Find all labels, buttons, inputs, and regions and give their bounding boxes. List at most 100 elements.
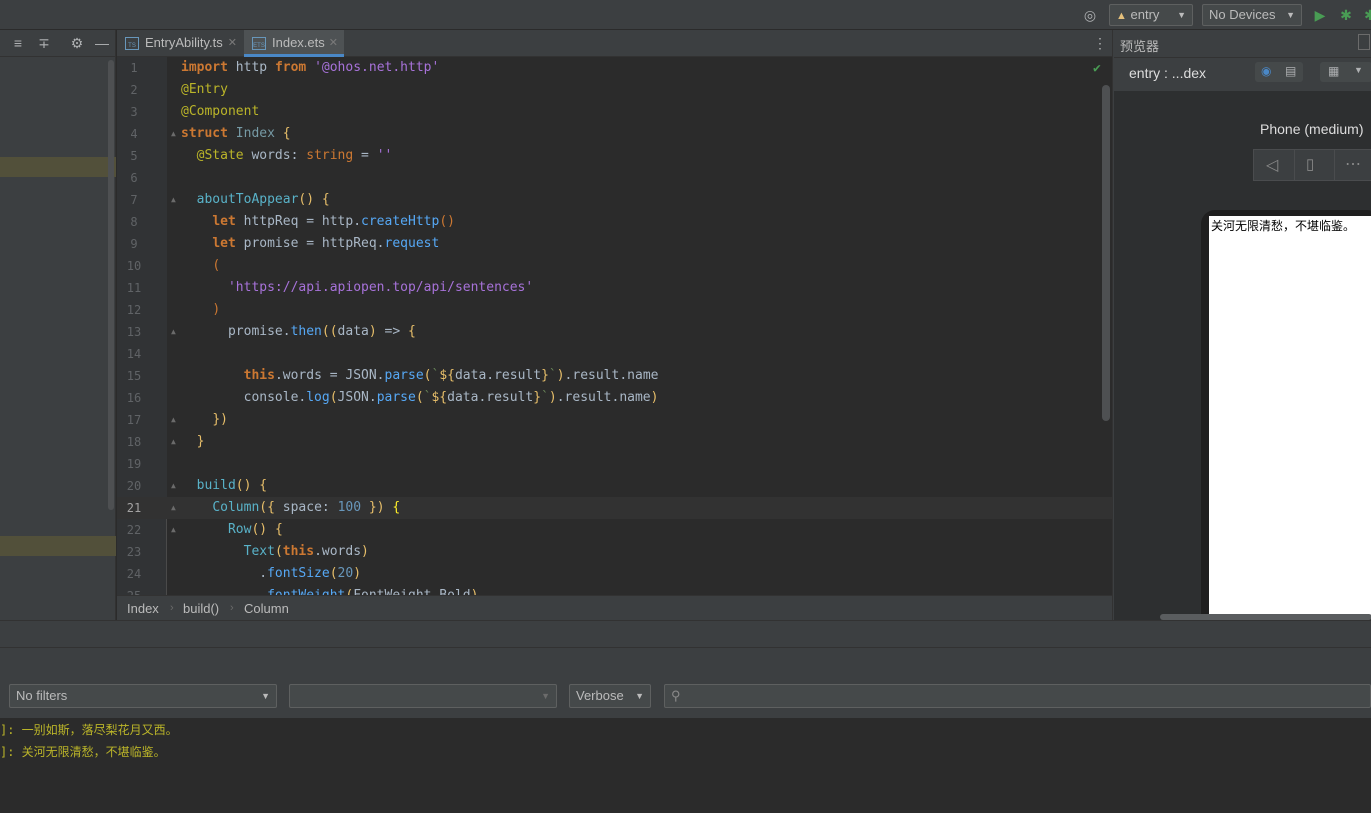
- code-line[interactable]: 22 ▲ Row() {: [117, 519, 1112, 541]
- code-line[interactable]: 21 ▲ Column({ space: 100 }) {: [117, 497, 1112, 519]
- code-text: aboutToAppear() {: [196, 192, 330, 207]
- fold-icon[interactable]: ▲: [171, 525, 180, 535]
- code-line[interactable]: 18 ▲ }: [117, 431, 1112, 453]
- code-line[interactable]: 20 ▲ build() {: [117, 475, 1112, 497]
- top-toolbar: ◎ ▲ entry ▼ No Devices ▼ ▶ ✱ ✱: [0, 0, 1371, 30]
- code-line[interactable]: 16 console.log(JSON.parse(`${data.result…: [117, 387, 1112, 409]
- line-number: 18: [126, 435, 142, 449]
- code-line[interactable]: 13 ▲ promise.then((data) => {: [117, 321, 1112, 343]
- line-number: 2: [130, 83, 138, 97]
- code-text: Text(this.words): [243, 544, 369, 559]
- process-combo[interactable]: ▼: [289, 684, 557, 708]
- inspect-icon[interactable]: ◉: [1261, 64, 1271, 78]
- code-text: @Component: [181, 104, 260, 119]
- filter-combo-label: No filters: [16, 688, 68, 703]
- code-line[interactable]: 3 @Component: [117, 101, 1112, 123]
- code-line[interactable]: 6: [117, 167, 1112, 189]
- rotate-icon[interactable]: ▯: [1306, 155, 1314, 173]
- fold-icon[interactable]: ▲: [171, 129, 180, 139]
- breadcrumb-item[interactable]: Column: [244, 601, 289, 616]
- chevron-right-icon: ›: [230, 602, 234, 614]
- collapse-all-icon[interactable]: ∓: [36, 35, 52, 51]
- scrollbar[interactable]: [108, 60, 114, 510]
- debug-icon[interactable]: ✱: [1338, 7, 1354, 23]
- minimize-icon[interactable]: —: [94, 35, 110, 51]
- code-line[interactable]: 19: [117, 453, 1112, 475]
- code-line[interactable]: 10 (: [117, 255, 1112, 277]
- layers-icon[interactable]: ▤: [1285, 64, 1296, 78]
- panel-edge-icon: [1358, 34, 1370, 50]
- grid-icon[interactable]: ▦: [1328, 64, 1339, 78]
- code-line[interactable]: 11 'https://api.apiopen.top/api/sentence…: [117, 277, 1112, 299]
- close-icon[interactable]: ✕: [228, 30, 237, 56]
- back-icon[interactable]: ◁: [1266, 155, 1278, 175]
- code-line[interactable]: 7 ▲ aboutToAppear() {: [117, 189, 1112, 211]
- run-icon[interactable]: ▶: [1312, 7, 1328, 23]
- line-number: 5: [130, 149, 138, 163]
- line-number: 22: [126, 523, 142, 537]
- code-text: struct Index {: [181, 126, 291, 141]
- chevron-down-icon: ▼: [1286, 10, 1295, 20]
- phone-screen[interactable]: 关河无限清愁，不堪临鉴。: [1209, 216, 1371, 616]
- code-editor[interactable]: 1 import http from '@ohos.net.http' 2 @Entr…: [117, 57, 1112, 595]
- filter-combo[interactable]: No filters ▼: [9, 684, 277, 708]
- code-line[interactable]: 5 @State words: string = '': [117, 145, 1112, 167]
- level-combo-label: Verbose: [576, 688, 624, 703]
- line-number: 25: [117, 585, 151, 595]
- target-icon[interactable]: ◎: [1082, 7, 1098, 23]
- code-text: let promise = httpReq.request: [212, 236, 440, 251]
- code-text: let httpReq = http.createHttp(): [212, 214, 455, 229]
- code-line[interactable]: 1 import http from '@ohos.net.http': [117, 57, 1112, 79]
- line-number: 10: [126, 259, 142, 273]
- module-combo-label: entry: [1130, 7, 1160, 22]
- bug-icon[interactable]: ✱: [1362, 7, 1371, 23]
- fold-icon[interactable]: ▲: [171, 481, 180, 491]
- code-line[interactable]: 4 ▲ struct Index {: [117, 123, 1112, 145]
- previewer-subbar: entry : ...dex ◉ ▤ ▦ ▼: [1114, 57, 1371, 91]
- chevron-down-icon[interactable]: ▼: [1354, 65, 1363, 75]
- code-text: promise.then((data) => {: [181, 324, 416, 339]
- tab-index[interactable]: ETS Index.ets ✕: [244, 30, 344, 57]
- line-number: 23: [126, 545, 142, 559]
- code-line[interactable]: 25 .fontWeight(FontWeight.Bold): [117, 585, 1112, 595]
- close-icon[interactable]: ✕: [329, 30, 338, 56]
- code-line[interactable]: 9 let promise = httpReq.request: [117, 233, 1112, 255]
- code-line[interactable]: 14: [117, 343, 1112, 365]
- log-search-input[interactable]: ⚲: [664, 684, 1371, 708]
- code-text: (: [212, 258, 221, 273]
- tab-entryability[interactable]: TS EntryAbility.ts ✕: [117, 30, 243, 57]
- chevron-down-icon: ▼: [261, 691, 270, 701]
- code-line[interactable]: 24 .fontSize(20): [117, 563, 1112, 585]
- code-text: build() {: [196, 478, 268, 493]
- fold-icon[interactable]: ▲: [171, 415, 180, 425]
- fold-icon[interactable]: ▲: [171, 437, 180, 447]
- module-combo[interactable]: ▲ entry ▼: [1109, 4, 1193, 26]
- more-vertical-icon[interactable]: ⋮: [1092, 35, 1108, 51]
- scrollbar[interactable]: [1102, 85, 1110, 421]
- code-line[interactable]: 17 ▲ }): [117, 409, 1112, 431]
- line-number: 19: [126, 457, 142, 471]
- code-text: console.log(JSON.parse(`${data.result}`)…: [181, 390, 659, 405]
- level-combo[interactable]: Verbose ▼: [569, 684, 651, 708]
- expand-all-icon[interactable]: ≡: [10, 35, 26, 51]
- fold-icon[interactable]: ▲: [171, 503, 180, 513]
- device-combo[interactable]: No Devices ▼: [1202, 4, 1302, 26]
- code-line[interactable]: 12 ): [117, 299, 1112, 321]
- highlight-band: [0, 536, 116, 556]
- more-horizontal-icon[interactable]: ⋯: [1345, 154, 1361, 174]
- fold-icon[interactable]: ▲: [171, 327, 180, 337]
- line-number: 16: [126, 391, 142, 405]
- code-line[interactable]: 2 @Entry: [117, 79, 1112, 101]
- code-line[interactable]: 23 Text(this.words): [117, 541, 1112, 563]
- previewer-panel: 预览器 entry : ...dex ◉ ▤ ▦ ▼ Phone (medium…: [1112, 30, 1371, 630]
- device-toolbar: ◁ ▯ ⋯: [1253, 149, 1371, 181]
- fold-icon[interactable]: ▲: [171, 195, 180, 205]
- breadcrumb-item[interactable]: build(): [183, 601, 219, 616]
- code-line[interactable]: 8 let httpReq = http.createHttp(): [117, 211, 1112, 233]
- gear-icon[interactable]: ⚙: [69, 35, 85, 51]
- code-line[interactable]: 15 this.words = JSON.parse(`${data.resul…: [117, 365, 1112, 387]
- line-number: 8: [130, 215, 138, 229]
- log-output[interactable]: ]: 一别如斯，落尽梨花月又西。 ]: 关河无限清愁，不堪临鉴。: [0, 718, 1371, 813]
- breadcrumb-item[interactable]: Index: [127, 601, 159, 616]
- code-text: @State words: string = '': [196, 148, 393, 163]
